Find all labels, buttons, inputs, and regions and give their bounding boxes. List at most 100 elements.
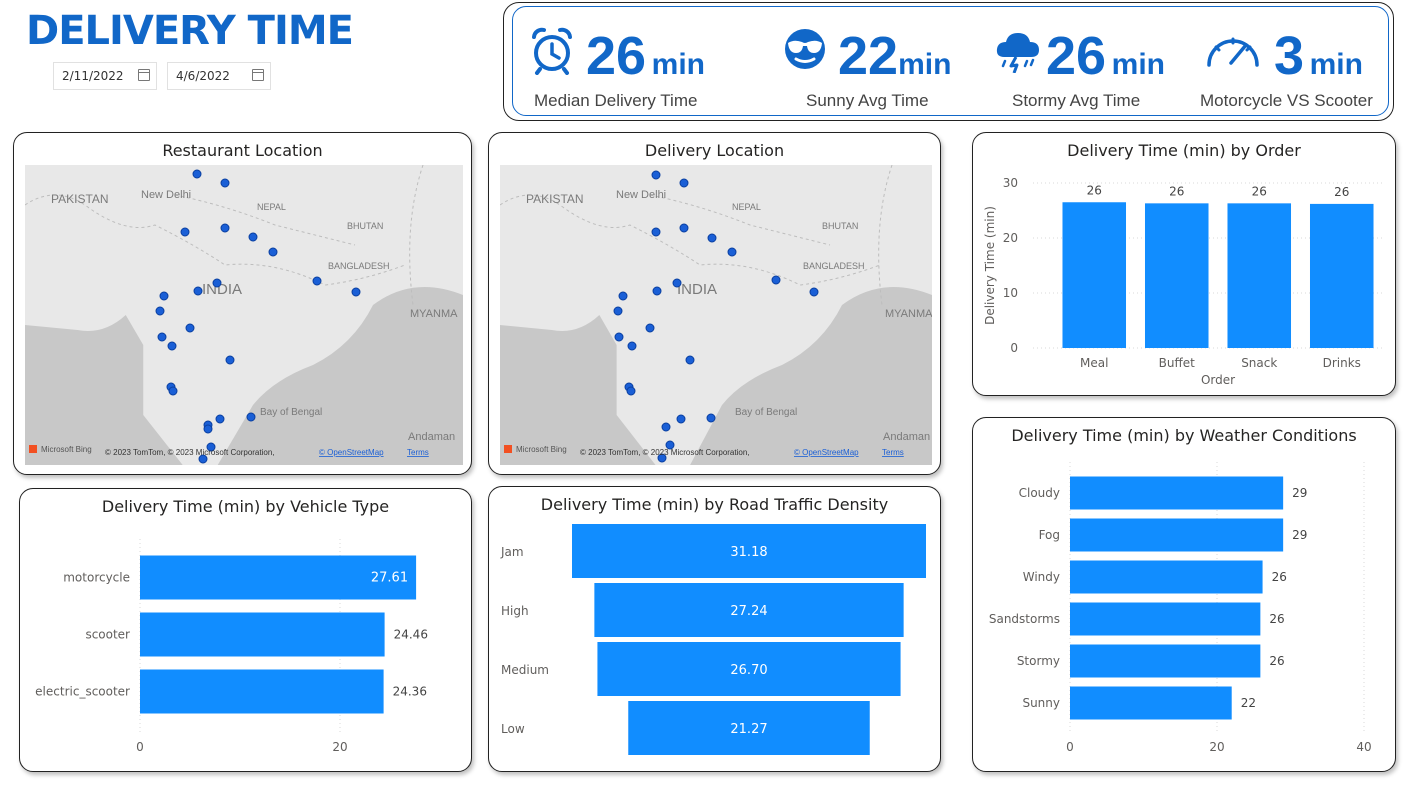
bar-fog xyxy=(1070,518,1284,552)
location-marker xyxy=(246,412,256,422)
location-marker xyxy=(679,178,689,188)
y-tick-label: 0 xyxy=(1010,341,1018,355)
data-label: 27.61 xyxy=(371,571,408,586)
delivery-location-map-card: Delivery Location PAKISTAN New Delhi NEPAL… xyxy=(488,132,941,475)
map-place-label: MYANMA xyxy=(885,308,932,320)
category-label: scooter xyxy=(85,628,130,642)
bar-sandstorms xyxy=(1070,602,1261,636)
vehicle-bar-chart[interactable]: 0 20 motorcycle 27.61 scooter 24.46 electric_s… xyxy=(20,489,470,770)
bar-scooter xyxy=(140,612,385,657)
x-tick-label: Meal xyxy=(1080,356,1108,370)
page-title: DELIVERY TIME xyxy=(26,8,354,54)
map-place-label: PAKISTAN xyxy=(526,192,584,206)
speedometer-icon xyxy=(1207,37,1259,67)
location-marker xyxy=(351,287,361,297)
category-label: Stormy xyxy=(1017,654,1060,668)
kpi-stormy-label: Stormy Avg Time xyxy=(1012,91,1141,110)
map-attribution-osm: © OpenStreetMap xyxy=(794,448,859,457)
bar-windy xyxy=(1070,560,1263,594)
data-label: 26 xyxy=(1269,654,1284,668)
storm-cloud-icon xyxy=(996,33,1039,73)
bar-meal xyxy=(1062,202,1127,348)
category-label: Fog xyxy=(1039,528,1060,542)
kpi-median-value: 26 xyxy=(586,26,647,86)
delivery-map[interactable]: PAKISTAN New Delhi NEPAL BHUTAN BANGLADESH IN… xyxy=(500,165,932,465)
x-axis-title: Order xyxy=(1201,373,1235,387)
traffic-funnel-chart[interactable]: 31.18 Jam 27.24 High 26.70 Medium 21.27 Low xyxy=(489,487,939,770)
location-marker xyxy=(627,341,637,351)
map-place-label: PAKISTAN xyxy=(51,192,109,206)
location-marker xyxy=(220,178,230,188)
map-attribution-osm: © OpenStreetMap xyxy=(319,448,384,457)
location-marker xyxy=(268,247,278,257)
kpi-vehicle-label: Motorcycle VS Scooter xyxy=(1200,91,1373,110)
traffic-chart-card: Delivery Time (min) by Road Traffic Dens… xyxy=(488,486,941,772)
calendar-icon[interactable] xyxy=(252,69,264,81)
location-marker xyxy=(618,291,628,301)
map-place-label: INDIA xyxy=(677,281,717,298)
x-tick-label: 0 xyxy=(136,740,144,754)
location-marker xyxy=(706,413,716,423)
location-marker xyxy=(672,278,682,288)
data-label: 22 xyxy=(1241,696,1256,710)
map-place-label: BHUTAN xyxy=(822,221,858,231)
kpi-vehicle-unit: min xyxy=(1309,48,1363,81)
restaurant-location-map-card: Restaurant Location PAKISTAN New Delhi NEP… xyxy=(13,132,472,475)
map-place-label: NEPAL xyxy=(257,202,286,212)
data-label: 29 xyxy=(1292,528,1307,542)
x-tick-label: 40 xyxy=(1356,740,1371,754)
bing-logo xyxy=(29,445,37,453)
bar-sunny xyxy=(1070,686,1232,720)
map-place-label: MYANMA xyxy=(410,308,458,320)
location-marker xyxy=(248,232,258,242)
bar-cloudy xyxy=(1070,476,1284,510)
calendar-icon[interactable] xyxy=(138,69,150,81)
order-bar-chart[interactable]: 0 10 20 30 26 Meal 26 Buffet 26 Snack 26 Drinks Orde… xyxy=(973,133,1394,394)
location-marker xyxy=(168,386,178,396)
date-start-input[interactable]: 2/11/2022 xyxy=(53,62,157,90)
data-label: 29 xyxy=(1292,486,1307,500)
location-marker xyxy=(155,306,165,316)
location-marker xyxy=(651,170,661,180)
location-marker xyxy=(312,276,322,286)
kpi-panel: 26 min Median Delivery Time 22min Sunny … xyxy=(503,2,1394,121)
x-tick-label: 0 xyxy=(1066,740,1074,754)
map-place-label: BANGLADESH xyxy=(803,261,865,271)
map-place-label: BANGLADESH xyxy=(328,261,390,271)
kpi-sunny-value: 22 xyxy=(838,26,899,86)
location-marker xyxy=(645,323,655,333)
map-place-label: NEPAL xyxy=(732,202,761,212)
alarm-clock-icon xyxy=(532,27,572,75)
map-attribution-bing: Microsoft Bing xyxy=(41,445,92,454)
location-marker xyxy=(185,323,195,333)
sunglasses-face-icon xyxy=(785,29,825,69)
bar-drinks xyxy=(1309,203,1374,348)
location-marker xyxy=(771,275,781,285)
map-attribution-terms: Terms xyxy=(882,448,904,457)
weather-bar-chart[interactable]: 0 20 40 Cloudy 29 Fog 29 Windy 26 Sandstorms 26 Sto… xyxy=(973,418,1394,770)
x-tick-label: Buffet xyxy=(1159,356,1195,370)
y-axis-title: Delivery Time (min) xyxy=(983,206,997,325)
location-marker xyxy=(157,332,167,342)
y-tick-label: 30 xyxy=(1003,176,1018,190)
date-end-input[interactable]: 4/6/2022 xyxy=(167,62,271,90)
category-label: Medium xyxy=(501,663,549,677)
location-marker xyxy=(215,414,225,424)
map-place-label: INDIA xyxy=(202,281,242,298)
map-place-label: Bay of Bengal xyxy=(735,407,797,418)
data-label: 26 xyxy=(1252,184,1267,198)
category-label: Sandstorms xyxy=(989,612,1060,626)
bar-snack xyxy=(1227,203,1292,348)
category-label: Sunny xyxy=(1022,696,1060,710)
map-attribution-terms: Terms xyxy=(407,448,429,457)
map-attribution-copyright: © 2023 TomTom, © 2023 Microsoft Corporat… xyxy=(580,448,750,457)
data-label: 26 xyxy=(1087,183,1102,197)
category-label: Windy xyxy=(1023,570,1060,584)
location-marker xyxy=(225,355,235,365)
restaurant-map[interactable]: PAKISTAN New Delhi NEPAL BHUTAN BANGLADESH IN… xyxy=(25,165,463,465)
bar-buffet xyxy=(1144,203,1209,348)
location-marker xyxy=(192,169,202,179)
delivery-map-title: Delivery Location xyxy=(644,141,785,160)
order-chart-card: Delivery Time (min) by Order 0 10 20 30 26 Me… xyxy=(972,132,1396,396)
x-tick-label: Drinks xyxy=(1323,356,1361,370)
